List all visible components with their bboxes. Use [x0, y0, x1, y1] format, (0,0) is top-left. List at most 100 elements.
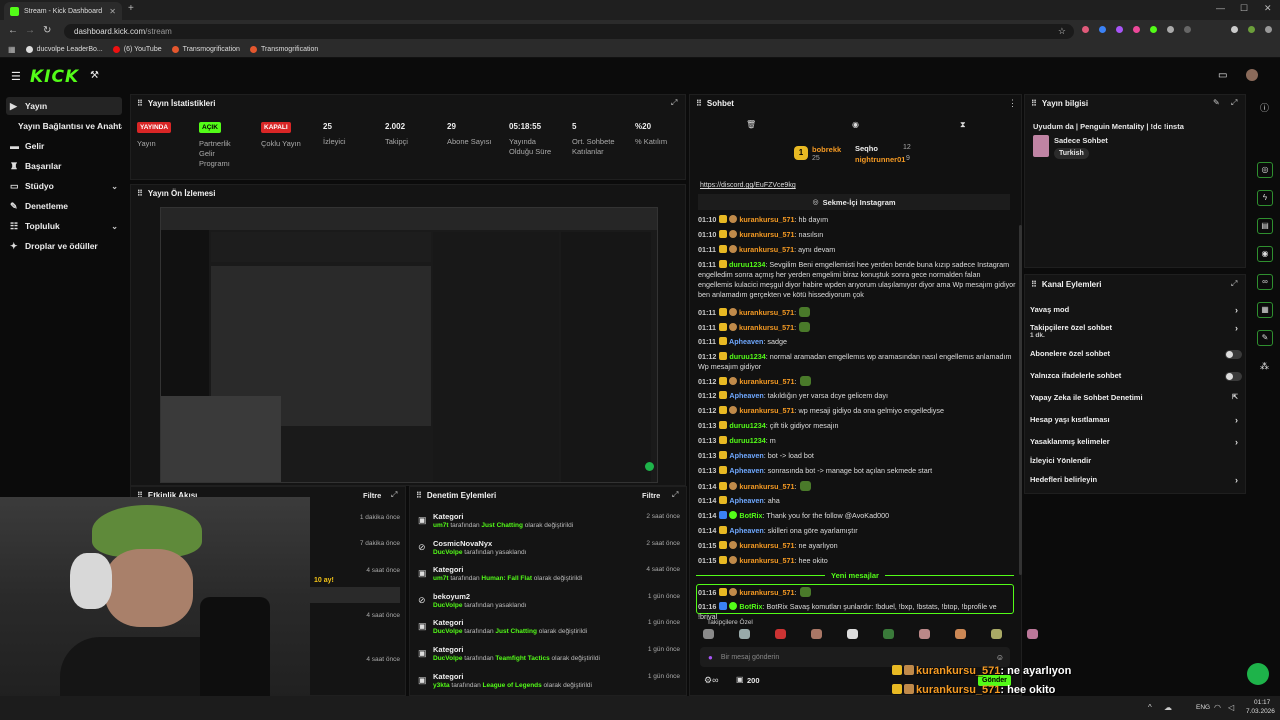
mic-icon[interactable]: ●	[708, 653, 713, 662]
chat-message[interactable]: 01:12 kurankursu_571:	[698, 376, 1016, 387]
sidebar-item-revenue[interactable]: ▬ Gelir	[6, 137, 122, 155]
stream-preview-video[interactable]	[160, 207, 658, 483]
mod-user[interactable]: y3kta	[433, 682, 450, 689]
forward-icon[interactable]: →	[25, 25, 35, 36]
toggle-switch[interactable]	[1225, 350, 1242, 359]
rail-tool-button[interactable]: ✎	[1257, 330, 1273, 346]
extension-icon[interactable]	[1184, 26, 1191, 33]
chat-username[interactable]: duruu1234	[729, 352, 765, 361]
emote-icon[interactable]	[739, 629, 750, 639]
rail-note-button[interactable]: ▤	[1257, 218, 1273, 234]
browser-tab[interactable]: Stream - Kick Dashboard ✕	[4, 2, 122, 20]
rail-link-button[interactable]: ∞	[1257, 274, 1273, 290]
chat-username[interactable]: kurankursu_571	[739, 377, 794, 386]
chat-message[interactable]: 01:13 Apheaven: sonrasında bot -> manage …	[698, 466, 1016, 476]
mod-filter-button[interactable]: Filtre	[642, 491, 660, 500]
chat-username[interactable]: kurankursu_571	[739, 215, 794, 224]
chat-message[interactable]: 01:16 kurankursu_571:	[698, 587, 1016, 598]
chat-link[interactable]: https://discord.gg/EuFZVce9kg	[700, 182, 796, 189]
tool-hammer-icon[interactable]: ⚒	[90, 70, 99, 81]
user-avatar[interactable]	[1246, 69, 1258, 81]
extension-icon[interactable]	[1082, 26, 1089, 33]
mod-user[interactable]: um7t	[433, 575, 449, 582]
chat-scrollbar[interactable]	[1019, 225, 1022, 575]
taskbar-volume-icon[interactable]: ◁	[1228, 703, 1234, 712]
bookmark-item[interactable]: Transmogrification	[171, 46, 240, 53]
bookmark-item[interactable]: Transmogrification	[249, 46, 318, 53]
sidebar-item-moderation[interactable]: ✎ Denetleme	[6, 197, 122, 215]
rail-share-icon[interactable]: ⁂	[1260, 361, 1269, 372]
chat-message[interactable]: 01:14 BotRix: Thank you for the follow @A…	[698, 511, 1016, 521]
chat-message[interactable]: 01:11 kurankursu_571: aynı devam	[698, 245, 1016, 255]
toggle-switch[interactable]	[1225, 372, 1242, 381]
rail-chat-button[interactable]: ◉	[1257, 246, 1273, 262]
chat-bubble-icon[interactable]: ◉	[852, 120, 859, 129]
chat-message[interactable]: 01:13 Apheaven: bot -> load bot	[698, 451, 1016, 461]
mod-user[interactable]: DucVolpe	[433, 549, 463, 556]
chat-username[interactable]: kurankursu_571	[739, 482, 794, 491]
chat-username[interactable]: kurankursu_571	[739, 588, 794, 597]
hamburger-menu-icon[interactable]: ☰	[11, 70, 21, 83]
channel-action-item[interactable]: Abonelere özel sohbet	[1030, 349, 1242, 361]
maximize-icon[interactable]: ☐	[1240, 3, 1248, 14]
emote-icon[interactable]	[919, 629, 930, 639]
chat-message[interactable]: 01:12 kurankursu_571: wp mesaji gidiyo da…	[698, 406, 1016, 416]
chat-username[interactable]: Apheaven	[729, 496, 763, 505]
hourglass-icon[interactable]: ⧗	[960, 120, 966, 130]
popout-icon[interactable]: ⤢	[1231, 98, 1237, 108]
emote-icon[interactable]	[955, 629, 966, 639]
rail-bolt-button[interactable]: ϟ	[1257, 190, 1273, 206]
tab-close-icon[interactable]: ✕	[109, 7, 116, 16]
channel-action-item[interactable]: Hedefleri belirleyin ›	[1030, 475, 1242, 487]
chat-username[interactable]: Apheaven	[729, 466, 763, 475]
chat-username[interactable]: kurankursu_571	[739, 308, 794, 317]
rail-camera-button[interactable]: ◎	[1257, 162, 1273, 178]
chat-input[interactable]: ● Bir mesaj gönderin ☺	[700, 647, 1010, 667]
emote-icon[interactable]	[1027, 629, 1038, 639]
chat-username[interactable]: kurankursu_571	[739, 245, 794, 254]
chat-message[interactable]: 01:13 duruu1234: m	[698, 436, 1016, 446]
chat-username[interactable]: kurankursu_571	[739, 541, 794, 550]
profile-avatar-icon[interactable]	[1248, 26, 1255, 33]
mod-user[interactable]: DucVolpe	[433, 602, 463, 609]
chat-message[interactable]: 01:12 duruu1234: normal aramadan emgellem…	[698, 352, 1016, 372]
new-tab-icon[interactable]: +	[128, 3, 134, 14]
activity-filter-button[interactable]: Filtre	[363, 491, 381, 500]
settings-group-icon[interactable]: ⚙∞	[704, 675, 718, 686]
chat-message[interactable]: 01:11 kurankursu_571:	[698, 322, 1016, 333]
chat-message[interactable]: 01:15 kurankursu_571: hee okito	[698, 556, 1016, 566]
chat-username[interactable]: Apheaven	[729, 391, 763, 400]
chat-username[interactable]: kurankursu_571	[739, 323, 794, 332]
chat-message[interactable]: 01:11 duruu1234: Sevgilim Beni emgellemis…	[698, 260, 1016, 300]
popout-icon[interactable]: ⤢	[391, 490, 397, 500]
chat-message[interactable]: 01:14 Apheaven: aha	[698, 496, 1016, 506]
chat-message[interactable]: 01:15 kurankursu_571: ne ayarlıyon	[698, 541, 1016, 551]
channel-action-item[interactable]: Yavaş mod ›	[1030, 305, 1242, 317]
taskbar-chevron-icon[interactable]: ^	[1148, 703, 1152, 712]
mod-user[interactable]: DucVolpe	[433, 655, 463, 662]
chat-username[interactable]: Apheaven	[729, 526, 763, 535]
bookmark-item[interactable]: (6) YouTube	[112, 46, 162, 53]
kick-logo[interactable]: KICK	[30, 67, 79, 87]
extension-icon[interactable]	[1116, 26, 1123, 33]
taskbar-wifi-icon[interactable]: ◠	[1214, 703, 1221, 712]
sidebar-item-community[interactable]: ☷ Topluluk ⌄	[6, 217, 122, 235]
reload-icon[interactable]: ↻	[43, 25, 51, 36]
emoji-icon[interactable]: ☺	[996, 653, 1004, 662]
channel-action-item[interactable]: Yapay Zeka ile Sohbet Denetimi ⇱	[1030, 393, 1242, 405]
taskbar-cloud-icon[interactable]: ☁	[1164, 703, 1172, 712]
extension-icon[interactable]	[1099, 26, 1106, 33]
chat-message[interactable]: 01:14 kurankursu_571:	[698, 481, 1016, 492]
chat-message[interactable]: 01:11 kurankursu_571:	[698, 307, 1016, 318]
mod-user[interactable]: DucVolpe	[433, 628, 463, 635]
channel-action-item[interactable]: Yalnızca ifadelerle sohbet	[1030, 371, 1242, 383]
chat-username[interactable]: duruu1234	[729, 260, 765, 269]
rail-layout-button[interactable]: ▦	[1257, 302, 1273, 318]
extension-icon[interactable]	[1150, 26, 1157, 33]
pinned-message[interactable]: ◎ Sekme-İçi Instagram	[698, 194, 1010, 210]
mod-user[interactable]: um7t	[433, 522, 449, 529]
info-icon[interactable]: ⓘ	[1260, 101, 1269, 114]
chat-username[interactable]: kurankursu_571	[739, 556, 794, 565]
apps-grid-icon[interactable]: ▦	[8, 45, 16, 54]
chat-message[interactable]: 01:11 Apheaven: sadge	[698, 337, 1016, 347]
